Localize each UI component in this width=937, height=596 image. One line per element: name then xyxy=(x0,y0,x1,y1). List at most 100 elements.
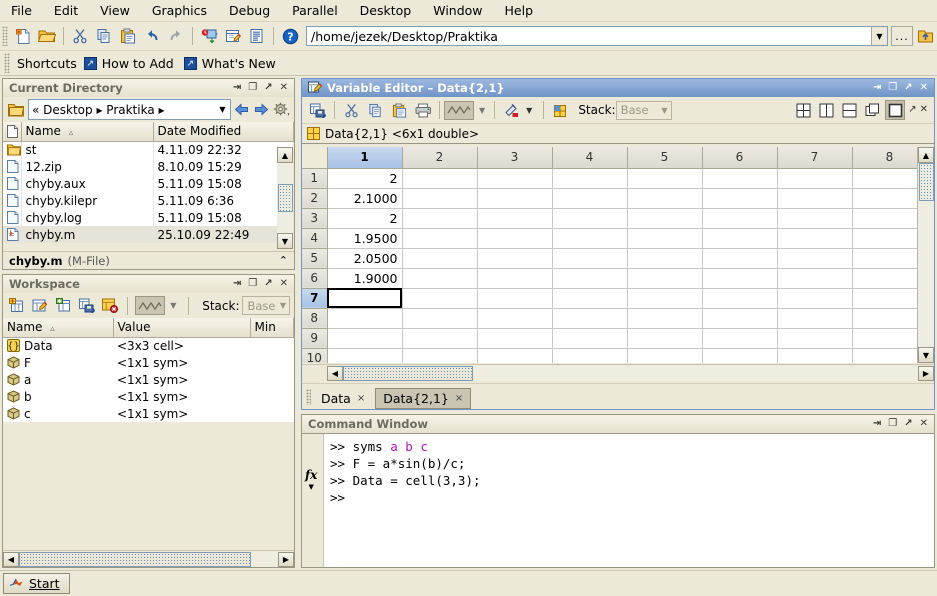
cell-r1c3[interactable] xyxy=(477,168,553,189)
row-header-8[interactable]: 8 xyxy=(302,308,328,329)
cell-r4c5[interactable] xyxy=(627,228,703,249)
close-icon-cmdwin[interactable]: ✕ xyxy=(920,419,928,429)
ve-plot-chevron-down-icon[interactable]: ▼ xyxy=(474,106,490,115)
tab-data-2-1-close-icon[interactable]: × xyxy=(455,393,463,404)
close-icon-ve-doc[interactable]: ✕ xyxy=(920,105,928,115)
command-line-4-active-prompt[interactable]: >> xyxy=(330,489,934,506)
menu-window[interactable]: Window xyxy=(422,1,493,20)
cell-r7c8[interactable] xyxy=(852,288,928,309)
restore-icon-ve-doc[interactable]: ↗ xyxy=(908,105,916,115)
scroll-track-upper[interactable] xyxy=(278,163,293,184)
cell-r5c2[interactable] xyxy=(402,248,478,269)
cell-r4c8[interactable] xyxy=(852,228,928,249)
table-row[interactable]: 2 2.1000 xyxy=(302,188,928,209)
cell-r9c4[interactable] xyxy=(552,328,628,349)
restore-icon-cmdwin[interactable]: ↗ xyxy=(904,419,912,429)
cell-r5c1[interactable]: 2.0500 xyxy=(327,248,403,269)
menu-graphics[interactable]: Graphics xyxy=(141,1,218,20)
row-header-10[interactable]: 10 xyxy=(302,348,328,363)
column-header-7[interactable]: 7 xyxy=(777,147,853,169)
cell-r5c4[interactable] xyxy=(552,248,628,269)
row-header-1[interactable]: 1 xyxy=(302,168,328,189)
menu-parallel[interactable]: Parallel xyxy=(281,1,349,20)
table-row[interactable]: 1 2 xyxy=(302,168,928,189)
cell-r6c5[interactable] xyxy=(627,268,703,289)
back-button[interactable] xyxy=(231,100,251,120)
cell-r6c6[interactable] xyxy=(702,268,778,289)
cell-r2c7[interactable] xyxy=(777,188,853,209)
cell-r3c7[interactable] xyxy=(777,208,853,229)
tab-bar-grip[interactable] xyxy=(306,388,311,405)
ve-stack-select[interactable]: Base ▼ xyxy=(615,100,672,120)
table-row[interactable]: 4 1.9500 xyxy=(302,228,928,249)
cell-r8c2[interactable] xyxy=(402,308,478,329)
ve-plot-selector-icon[interactable] xyxy=(444,100,474,120)
plot-selector-chevron-down-icon[interactable]: ▼ xyxy=(165,301,181,310)
paste-icon-ve[interactable] xyxy=(387,98,411,122)
restore-icon-curdir[interactable]: ↗ xyxy=(264,83,272,93)
column-header-ws-name[interactable]: Name ▵ xyxy=(3,318,114,338)
cell-r6c8[interactable] xyxy=(852,268,928,289)
table-row[interactable]: {} Data <3x3 cell> xyxy=(3,337,294,354)
open-folder-icon[interactable] xyxy=(35,24,59,48)
cell-r6c4[interactable] xyxy=(552,268,628,289)
tab-data[interactable]: Data × xyxy=(313,388,374,409)
table-row[interactable]: 9 xyxy=(302,328,928,349)
undock-icon-vareditor[interactable]: ⇥ xyxy=(873,83,881,93)
gear-icon[interactable] xyxy=(271,100,291,120)
cell-r1c1[interactable]: 2 xyxy=(327,168,403,189)
cell-r10c6[interactable] xyxy=(702,348,778,363)
workspace-stack-select[interactable]: Base ▼ xyxy=(242,296,291,315)
cell-r1c4[interactable] xyxy=(552,168,628,189)
cell-r10c5[interactable] xyxy=(627,348,703,363)
copy-icon[interactable] xyxy=(92,24,116,48)
table-row[interactable]: a <1x1 sym> xyxy=(3,371,294,388)
file-icon-column-header[interactable] xyxy=(3,122,22,142)
grid-hscroll-track[interactable] xyxy=(473,365,918,381)
cell-r6c2[interactable] xyxy=(402,268,478,289)
cell-r9c8[interactable] xyxy=(852,328,928,349)
cell-r1c2[interactable] xyxy=(402,168,478,189)
tab-data-2-1[interactable]: Data{2,1} × xyxy=(375,388,472,409)
copy-icon-ve[interactable] xyxy=(363,98,387,122)
table-row[interactable]: 12.zip 8.10.09 15:29 xyxy=(3,158,294,175)
browse-folder-button[interactable]: ... xyxy=(891,26,913,46)
row-header-7[interactable]: 7 xyxy=(302,288,328,309)
table-row[interactable]: 3 2 xyxy=(302,208,928,229)
grid-scroll-left-arrow-icon[interactable]: ◀ xyxy=(327,365,343,381)
cell-r10c1[interactable] xyxy=(327,348,403,363)
cell-r10c8[interactable] xyxy=(852,348,928,363)
restore-icon-workspace[interactable]: ↗ xyxy=(264,279,272,289)
table-row[interactable]: 7 xyxy=(302,288,928,309)
workspace-horizontal-scrollbar[interactable]: ◀ ▶ xyxy=(3,550,294,567)
cell-r9c2[interactable] xyxy=(402,328,478,349)
cell-r3c8[interactable] xyxy=(852,208,928,229)
grid-scroll-thumb[interactable] xyxy=(918,163,934,201)
cell-r2c8[interactable] xyxy=(852,188,928,209)
cell-r7c2[interactable] xyxy=(402,288,478,309)
cell-r2c5[interactable] xyxy=(627,188,703,209)
command-window-body[interactable]: fx ▼ >> syms a b c >> F = a*sin(b)/c; >> … xyxy=(302,433,934,567)
scroll-right-arrow-icon[interactable]: ▶ xyxy=(278,551,294,567)
column-header-name[interactable]: Name ▵ xyxy=(21,122,154,142)
cell-r2c1[interactable]: 2.1000 xyxy=(327,188,403,209)
scroll-up-arrow-icon[interactable]: ▲ xyxy=(277,147,293,163)
menu-file[interactable]: File xyxy=(0,1,43,20)
print-icon[interactable] xyxy=(411,98,435,122)
insert-cell-icon[interactable] xyxy=(548,98,572,122)
cell-r2c2[interactable] xyxy=(402,188,478,209)
cell-r9c1[interactable] xyxy=(327,328,403,349)
scroll-track-lower[interactable] xyxy=(278,212,293,233)
cell-r2c3[interactable] xyxy=(477,188,553,209)
cell-r3c2[interactable] xyxy=(402,208,478,229)
scroll-down-arrow-icon[interactable]: ▼ xyxy=(277,233,293,249)
column-header-1[interactable]: 1 xyxy=(327,147,403,169)
variable-grid-vertical-scrollbar[interactable]: ▲ ▼ xyxy=(917,147,934,363)
cell-r10c3[interactable] xyxy=(477,348,553,363)
menu-debug[interactable]: Debug xyxy=(218,1,281,20)
function-browser-fx-icon[interactable]: fx ▼ xyxy=(305,468,317,491)
cell-r9c6[interactable] xyxy=(702,328,778,349)
forward-button[interactable] xyxy=(251,100,271,120)
layout-cascade-icon[interactable] xyxy=(862,100,882,120)
cell-r6c7[interactable] xyxy=(777,268,853,289)
